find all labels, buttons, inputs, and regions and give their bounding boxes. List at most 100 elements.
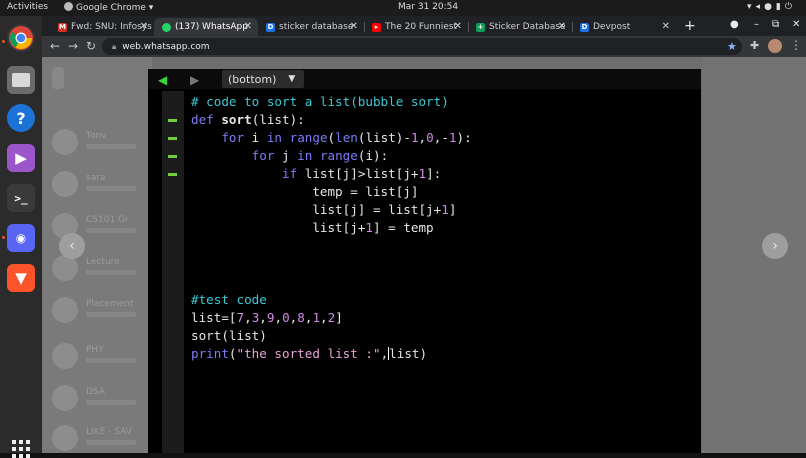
avatar (52, 255, 78, 281)
system-tray[interactable]: ▾◂●▮⏻ (747, 2, 796, 12)
code-token: 1 (312, 310, 321, 325)
bookmark-star-icon[interactable]: ★ (727, 40, 737, 53)
address-bar[interactable]: 🔒︎ web.whatsapp.com (102, 38, 742, 55)
chat-preview (86, 440, 136, 445)
minimize-button[interactable]: – (754, 19, 759, 30)
code-token: # code to sort a list(bubble sort) (191, 94, 449, 109)
code-token: , (259, 310, 267, 325)
close-tab-icon[interactable]: ✕ (140, 21, 148, 32)
code-token: "the sorted list :" (236, 346, 381, 361)
media-image-code-editor: ◀ ▶ (bottom) ▼ # code to sort a list(bubb… (148, 69, 701, 453)
clock[interactable]: Mar 31 20:54 (398, 2, 458, 12)
app-menu-label: Google Chrome (76, 3, 146, 13)
tab-label: Devpost (593, 22, 631, 32)
back-button[interactable]: ← (50, 39, 60, 53)
terminal-icon[interactable]: >_ (7, 184, 35, 212)
video-player-icon[interactable]: ▶ (7, 144, 35, 172)
code-line: # code to sort a list(bubble sort) (191, 93, 472, 111)
chat-name: CS101 Gr (86, 215, 129, 222)
code-line: temp = list[j] (191, 183, 472, 201)
running-indicator (2, 40, 5, 43)
code-token: ]: (426, 166, 442, 181)
tab-whatsapp[interactable]: (137) WhatsApp ✕ (154, 18, 258, 36)
brave-icon[interactable]: ▼ (7, 264, 35, 292)
code-token: , (320, 310, 328, 325)
chat-preview (86, 400, 136, 405)
code-token: in (266, 130, 283, 145)
code-token: 1 (448, 130, 457, 145)
code-area[interactable]: # code to sort a list(bubble sort) def so… (191, 93, 472, 363)
code-token: in (297, 148, 313, 163)
activities-button[interactable]: Activities (7, 2, 48, 12)
app-menu[interactable]: Google Chrome ▾ (64, 2, 153, 13)
tab-youtube[interactable]: ▸ The 20 Funniest ✕ (364, 18, 468, 36)
youtube-icon: ▸ (372, 22, 381, 32)
avatar (52, 385, 78, 411)
change-marker (168, 173, 177, 176)
code-token: sort(list) (191, 328, 267, 343)
close-tab-icon[interactable]: ✕ (244, 21, 252, 32)
files-icon[interactable] (7, 66, 35, 94)
page-content: Tony sara CS101 Gr Lecture Placement PHY… (42, 57, 806, 453)
whatsapp-viewer-side (702, 57, 806, 453)
close-tab-icon[interactable]: ✕ (350, 21, 358, 32)
extensions-icon[interactable]: ✚ (750, 39, 759, 52)
console-position-dropdown[interactable]: (bottom) ▼ (222, 70, 304, 88)
list-item[interactable]: PHY (50, 341, 150, 371)
chat-name: sara (86, 173, 106, 180)
chrome-icon (64, 2, 73, 11)
code-token: j (274, 148, 298, 163)
new-tab-button[interactable]: + (684, 18, 696, 34)
chat-preview (86, 228, 136, 233)
list-item[interactable]: sara (50, 169, 150, 199)
code-token: ] (448, 202, 457, 217)
list-item[interactable]: Tony (50, 127, 150, 157)
tab-search-icon[interactable]: ● (730, 19, 739, 30)
back-arrow-icon[interactable]: ◀ (158, 73, 167, 87)
close-tab-icon[interactable]: ✕ (454, 21, 462, 32)
code-line: if list[j]>list[j+1]: (191, 165, 472, 183)
editor-gutter (162, 91, 184, 453)
close-tab-icon[interactable]: ✕ (558, 21, 566, 32)
forward-arrow-icon[interactable]: ▶ (190, 73, 199, 87)
code-line: list[j+1] = temp (191, 219, 472, 237)
tab-devpost[interactable]: D Devpost ✕ (572, 18, 676, 36)
code-token: sort (221, 112, 252, 127)
tab-gmail[interactable]: M Fwd: SNU: Infosys ✕ (50, 18, 154, 36)
maximize-button[interactable]: ⧉ (772, 19, 779, 30)
code-token: ): (456, 130, 472, 145)
list-item[interactable]: DSA (50, 383, 150, 413)
list-item[interactable]: LIKE - SAV (50, 423, 150, 453)
help-icon[interactable]: ? (7, 104, 35, 132)
code-line: def sort(list): (191, 111, 472, 129)
close-tab-icon[interactable]: ✕ (662, 21, 670, 32)
battery-icon: ▮ (775, 2, 785, 12)
next-media-button[interactable]: › (762, 233, 788, 259)
code-token: ] = temp (372, 220, 434, 235)
forward-button[interactable]: → (68, 39, 78, 53)
tab-sticker-database-devpost[interactable]: Dsticker database ✕ (258, 18, 364, 36)
code-token: , (244, 310, 252, 325)
code-token: temp = list[j] (191, 184, 419, 199)
list-item[interactable]: Placement (50, 295, 150, 325)
tab-sticker-sheet[interactable]: + Sticker Database ✕ (468, 18, 572, 36)
power-icon: ⏻ (784, 2, 796, 12)
previous-media-button[interactable]: ‹ (59, 233, 85, 259)
code-token: range (289, 130, 328, 145)
code-token: list[j]>list[j+ (297, 166, 419, 181)
reload-button[interactable]: ↻ (86, 39, 96, 53)
profile-avatar[interactable] (768, 39, 782, 53)
code-token: 8 (297, 310, 305, 325)
menu-icon[interactable]: ⋮ (790, 38, 802, 52)
close-window-button[interactable]: ✕ (792, 19, 800, 30)
code-token: #test code (191, 292, 267, 307)
gmail-icon: M (58, 22, 67, 32)
discord-icon[interactable]: ◉ (7, 224, 35, 252)
code-token: ] (335, 310, 343, 325)
show-applications-icon[interactable] (12, 440, 30, 458)
chat-preview (86, 358, 136, 363)
chrome-icon[interactable] (7, 24, 35, 52)
code-token: range (319, 148, 358, 163)
